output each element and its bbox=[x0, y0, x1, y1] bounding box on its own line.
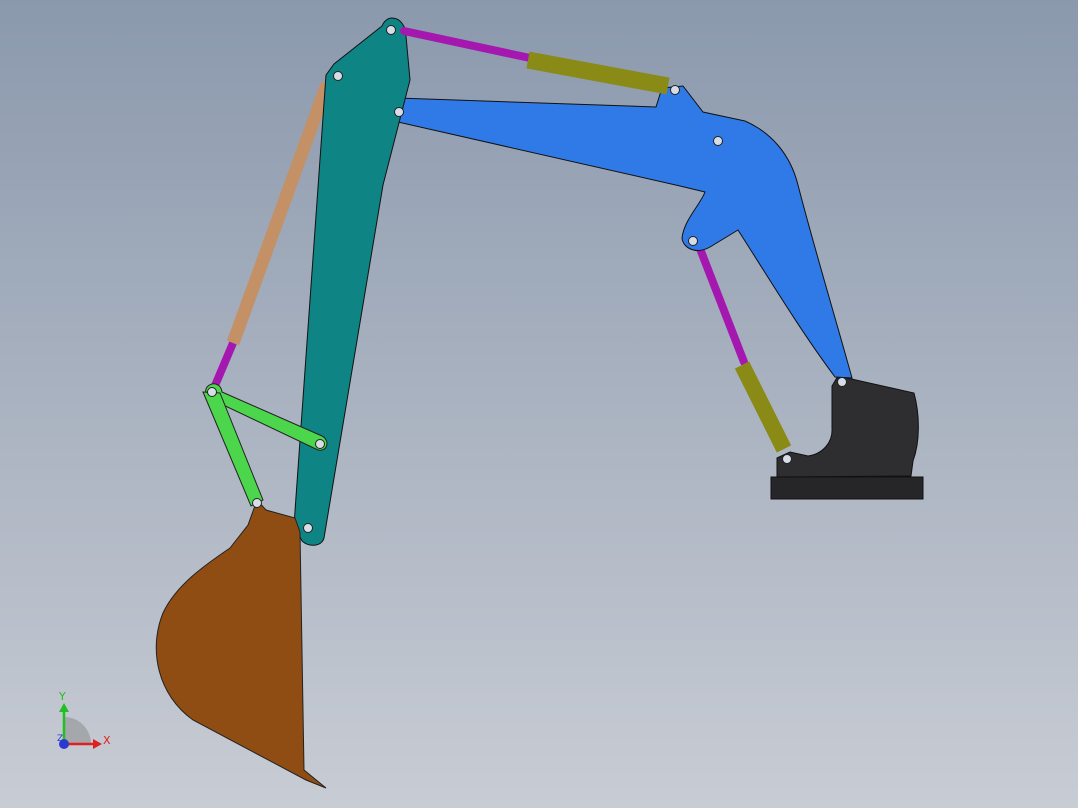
pin-boom-mid[interactable] bbox=[713, 136, 723, 146]
pin-linkage-top[interactable] bbox=[207, 387, 217, 397]
graphics-viewport[interactable]: X Y Z bbox=[0, 0, 1078, 808]
pin-bucket-arm[interactable] bbox=[303, 523, 313, 533]
pin-boom-tip[interactable] bbox=[394, 107, 404, 117]
pin-stick-cyl-boom[interactable] bbox=[670, 85, 680, 95]
pin-arm-top[interactable] bbox=[386, 25, 396, 35]
triad-z-label: Z bbox=[57, 734, 63, 744]
pin-boom-cyl-top[interactable] bbox=[688, 236, 698, 246]
pin-bucket-link[interactable] bbox=[252, 498, 262, 508]
pin-boom-cyl-base[interactable] bbox=[782, 454, 792, 464]
triad-x-label: X bbox=[103, 734, 111, 747]
pin-side-link-arm[interactable] bbox=[315, 439, 325, 449]
base-plate bbox=[770, 476, 924, 500]
triad-y-label: Y bbox=[58, 690, 66, 703]
pin-arm-bucket-cyl[interactable] bbox=[333, 71, 343, 81]
pin-boom-foot[interactable] bbox=[837, 377, 847, 387]
